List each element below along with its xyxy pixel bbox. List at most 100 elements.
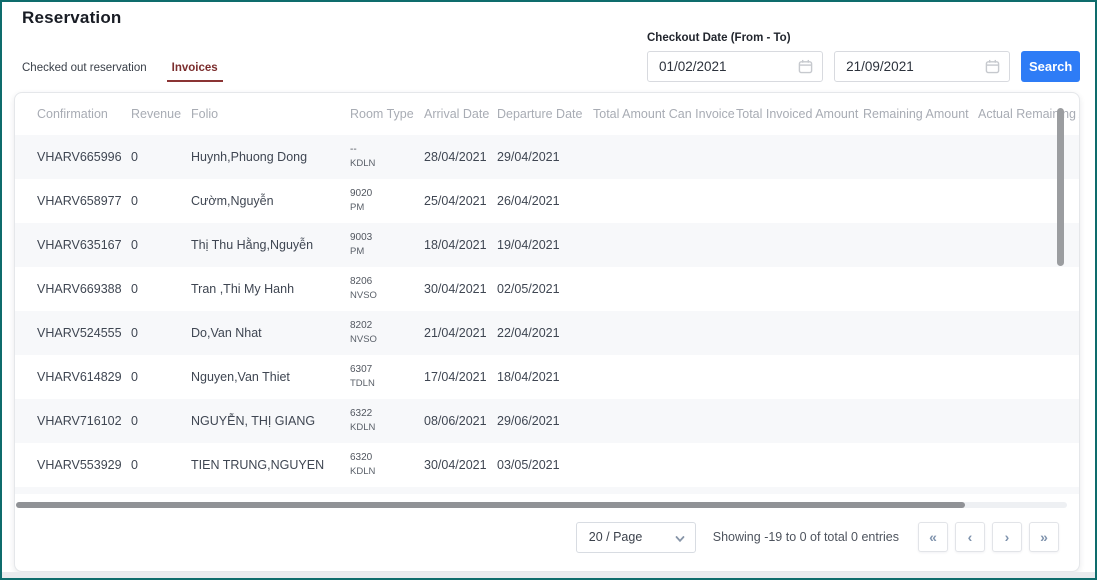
cell-room-type: 6322 KDLN xyxy=(350,399,424,443)
cell-room-type: -- KDLN xyxy=(350,135,424,179)
col-remaining-amount: Remaining Amount xyxy=(863,93,978,135)
col-total-amount-can-invoice: Total Amount Can Invoice xyxy=(593,93,736,135)
cell-folio: Thị Thu Hằng,Nguyễn xyxy=(191,223,350,267)
room-number: 9020 xyxy=(350,188,424,200)
cell-actual-remaining-amount xyxy=(978,267,1079,311)
cell-room-type: 6307 TDLN xyxy=(350,355,424,399)
cell-remaining-amount xyxy=(863,135,978,179)
table-row[interactable]: VHARV716102 0 NGUYỄN, THỊ GIANG 6322 KDL… xyxy=(15,399,1079,443)
pagination-bar: 20 / Page Showing -19 to 0 of total 0 en… xyxy=(15,520,1079,554)
tab-bar: Checked out reservation Invoices xyxy=(22,62,223,82)
cell-confirmation: VHARV524555 xyxy=(15,311,131,355)
col-arrival-date: Arrival Date xyxy=(424,93,497,135)
cell-confirmation: VHARV658977 xyxy=(15,179,131,223)
cell-room-type: 8202 NVSO xyxy=(350,311,424,355)
cell-remaining-amount xyxy=(863,267,978,311)
pagination-summary: Showing -19 to 0 of total 0 entries xyxy=(713,530,899,544)
table-row[interactable]: VHARV553929 0 TIEN TRUNG,NGUYEN 6320 KDL… xyxy=(15,443,1079,487)
page-title: Reservation xyxy=(22,8,122,28)
first-page-button[interactable]: « xyxy=(918,522,948,552)
cell-actual-remaining-amount xyxy=(978,355,1079,399)
room-type-code: KDLN xyxy=(350,466,424,478)
cell-total-invoiced-amount xyxy=(736,311,863,355)
table-row[interactable]: VHARV614829 0 Nguyen,Van Thiet 6307 TDLN… xyxy=(15,355,1079,399)
table-row[interactable]: VHARV524555 0 Do,Van Nhat 8202 NVSO 21/0… xyxy=(15,311,1079,355)
date-to-input[interactable] xyxy=(835,52,1009,81)
cell-total-amount-can-invoice xyxy=(593,443,736,487)
cell-total-invoiced-amount xyxy=(736,399,863,443)
room-number: 8206 xyxy=(350,276,424,288)
cell-confirmation: VHARV665996 xyxy=(15,135,131,179)
cell-confirmation: VHARV614829 xyxy=(15,355,131,399)
cell-total-invoiced-amount xyxy=(736,443,863,487)
cell-revenue: 0 xyxy=(131,443,191,487)
cell-departure-date: 19/04/2021 xyxy=(497,223,593,267)
calendar-icon[interactable] xyxy=(798,59,813,74)
col-revenue: Revenue xyxy=(131,93,191,135)
cell-revenue: 0 xyxy=(131,267,191,311)
room-type-code: TDLN xyxy=(350,378,424,390)
cell-departure-date: 03/05/2021 xyxy=(497,443,593,487)
page-size-value: 20 / Page xyxy=(589,530,643,544)
cell-room-type: 6320 KDLN xyxy=(350,443,424,487)
cell-departure-date: 26/04/2021 xyxy=(497,179,593,223)
cell-revenue: 0 xyxy=(131,135,191,179)
cell-arrival-date: 30/04/2021 xyxy=(424,267,497,311)
cell-room-type: 8206 NVSO xyxy=(350,267,424,311)
tab-invoices[interactable]: Invoices xyxy=(167,62,223,82)
horizontal-scrollbar[interactable] xyxy=(16,502,965,508)
room-number: 8202 xyxy=(350,320,424,332)
horizontal-scrollbar-track[interactable] xyxy=(16,502,1067,508)
room-number: -- xyxy=(350,144,424,156)
date-from-input[interactable] xyxy=(648,52,822,81)
cell-total-amount-can-invoice xyxy=(593,223,736,267)
cell-room-type: 9003 PM xyxy=(350,223,424,267)
cell-actual-remaining-amount xyxy=(978,399,1079,443)
cell-confirmation: VHARV635167 xyxy=(15,223,131,267)
next-page-button[interactable]: › xyxy=(992,522,1022,552)
room-type-code: PM xyxy=(350,246,424,258)
room-type-code: NVSO xyxy=(350,334,424,346)
date-to-field xyxy=(834,51,1010,82)
cell-total-amount-can-invoice xyxy=(593,355,736,399)
room-number: 6322 xyxy=(350,408,424,420)
last-page-button[interactable]: » xyxy=(1029,522,1059,552)
cell-actual-remaining-amount xyxy=(978,311,1079,355)
cell-total-invoiced-amount xyxy=(736,223,863,267)
table-row[interactable]: VHARV669388 0 Tran ,Thi My Hanh 8206 NVS… xyxy=(15,267,1079,311)
vertical-scrollbar[interactable] xyxy=(1057,108,1064,266)
calendar-icon[interactable] xyxy=(985,59,1000,74)
cell-arrival-date: 28/04/2021 xyxy=(424,135,497,179)
room-type-code: PM xyxy=(350,202,424,214)
cell-total-invoiced-amount xyxy=(736,355,863,399)
cell-folio: Nguyen,Van Thiet xyxy=(191,355,350,399)
cell-confirmation: VHARV669388 xyxy=(15,267,131,311)
cell-folio: TIEN TRUNG,NGUYEN xyxy=(191,443,350,487)
pagination-buttons: « ‹ › » xyxy=(918,522,1059,552)
invoices-table-card: Confirmation Revenue Folio Room Type Arr… xyxy=(14,92,1080,572)
invoices-table: Confirmation Revenue Folio Room Type Arr… xyxy=(15,93,1079,487)
partial-next-row xyxy=(15,487,1079,494)
cell-folio: Tran ,Thi My Hanh xyxy=(191,267,350,311)
table-body: VHARV665996 0 Huynh,Phuong Dong -- KDLN … xyxy=(15,135,1079,487)
table-row[interactable]: VHARV658977 0 Cườm,Nguyễn 9020 PM 25/04/… xyxy=(15,179,1079,223)
cell-remaining-amount xyxy=(863,179,978,223)
cell-arrival-date: 08/06/2021 xyxy=(424,399,497,443)
table-row[interactable]: VHARV665996 0 Huynh,Phuong Dong -- KDLN … xyxy=(15,135,1079,179)
table-header-row: Confirmation Revenue Folio Room Type Arr… xyxy=(15,93,1079,135)
reservation-window: Reservation Checked out reservation Invo… xyxy=(0,0,1097,580)
cell-arrival-date: 18/04/2021 xyxy=(424,223,497,267)
prev-page-button[interactable]: ‹ xyxy=(955,522,985,552)
col-total-invoiced-amount: Total Invoiced Amount xyxy=(736,93,863,135)
table-row[interactable]: VHARV635167 0 Thị Thu Hằng,Nguyễn 9003 P… xyxy=(15,223,1079,267)
search-button[interactable]: Search xyxy=(1021,51,1080,82)
table-scroll-area[interactable]: Confirmation Revenue Folio Room Type Arr… xyxy=(15,93,1079,501)
cell-actual-remaining-amount xyxy=(978,443,1079,487)
cell-total-invoiced-amount xyxy=(736,267,863,311)
page-size-select[interactable]: 20 / Page xyxy=(576,522,696,553)
room-number: 6320 xyxy=(350,452,424,464)
cell-folio: Huynh,Phuong Dong xyxy=(191,135,350,179)
checkout-date-filter: Checkout Date (From - To) Search xyxy=(647,32,1080,82)
room-type-code: KDLN xyxy=(350,422,424,434)
tab-checked-out-reservation[interactable]: Checked out reservation xyxy=(22,62,147,82)
